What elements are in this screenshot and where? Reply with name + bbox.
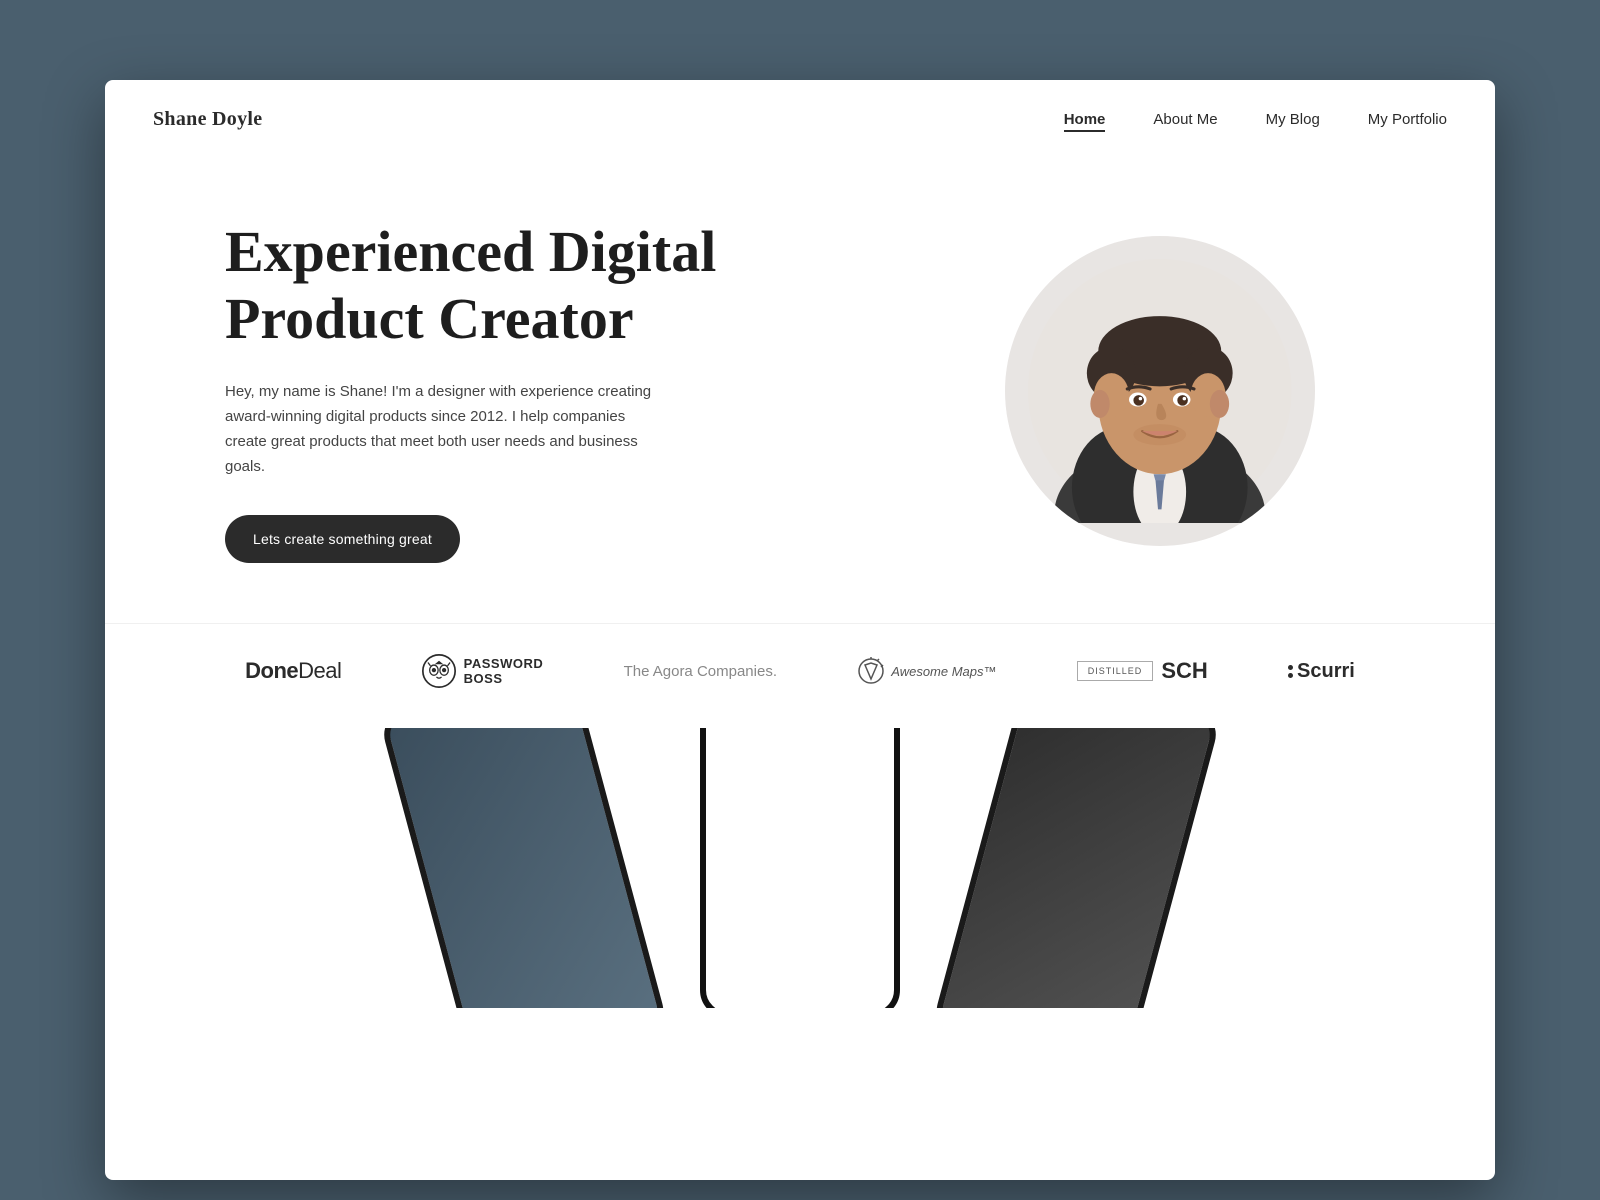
phone-center (700, 728, 900, 1008)
maps-icon (857, 657, 885, 685)
logo-agora: The Agora Companies. (624, 661, 777, 682)
hero-avatar-container (1005, 236, 1315, 546)
nav-link-about[interactable]: About Me (1153, 111, 1217, 128)
phones-section (105, 728, 1495, 1008)
phone-right (930, 728, 1222, 1008)
nav-item-blog[interactable]: My Blog (1266, 111, 1320, 129)
nav-item-home[interactable]: Home (1064, 111, 1106, 129)
nav-item-portfolio[interactable]: My Portfolio (1368, 111, 1447, 129)
nav-link-blog[interactable]: My Blog (1266, 111, 1320, 128)
nav-item-about[interactable]: About Me (1153, 111, 1217, 129)
nav-links: Home About Me My Blog My Portfolio (1064, 111, 1447, 129)
logo-donedeal: DoneDeal (245, 658, 341, 684)
logo-scurri: Scurri (1288, 660, 1355, 683)
logo-awesomemaps: Awesome Maps™ (857, 657, 996, 685)
avatar-image (1028, 259, 1292, 523)
nav-link-portfolio[interactable]: My Portfolio (1368, 111, 1447, 128)
phone-left (378, 728, 670, 1008)
logo-distilled: DISTILLED SCH (1077, 658, 1208, 684)
owl-icon (422, 654, 456, 688)
logo-passwordboss: PASSWORD BOSS (422, 654, 544, 688)
hero-title: Experienced Digital Product Creator (225, 219, 745, 352)
browser-window: Shane Doyle Home About Me My Blog My Por… (105, 80, 1495, 1180)
hero-description: Hey, my name is Shane! I'm a designer wi… (225, 380, 665, 479)
navbar: Shane Doyle Home About Me My Blog My Por… (105, 80, 1495, 159)
nav-link-home[interactable]: Home (1064, 111, 1106, 132)
cta-button[interactable]: Lets create something great (225, 515, 460, 563)
hero-section: Experienced Digital Product Creator Hey,… (105, 159, 1495, 623)
logos-section: DoneDeal PASSWORD BOSS The Agora Comp (105, 623, 1495, 718)
scurri-dots-icon (1288, 665, 1293, 678)
avatar (1005, 236, 1315, 546)
agora-label: The Agora Companies. (624, 663, 777, 680)
hero-text: Experienced Digital Product Creator Hey,… (225, 219, 745, 563)
site-logo[interactable]: Shane Doyle (153, 108, 262, 131)
